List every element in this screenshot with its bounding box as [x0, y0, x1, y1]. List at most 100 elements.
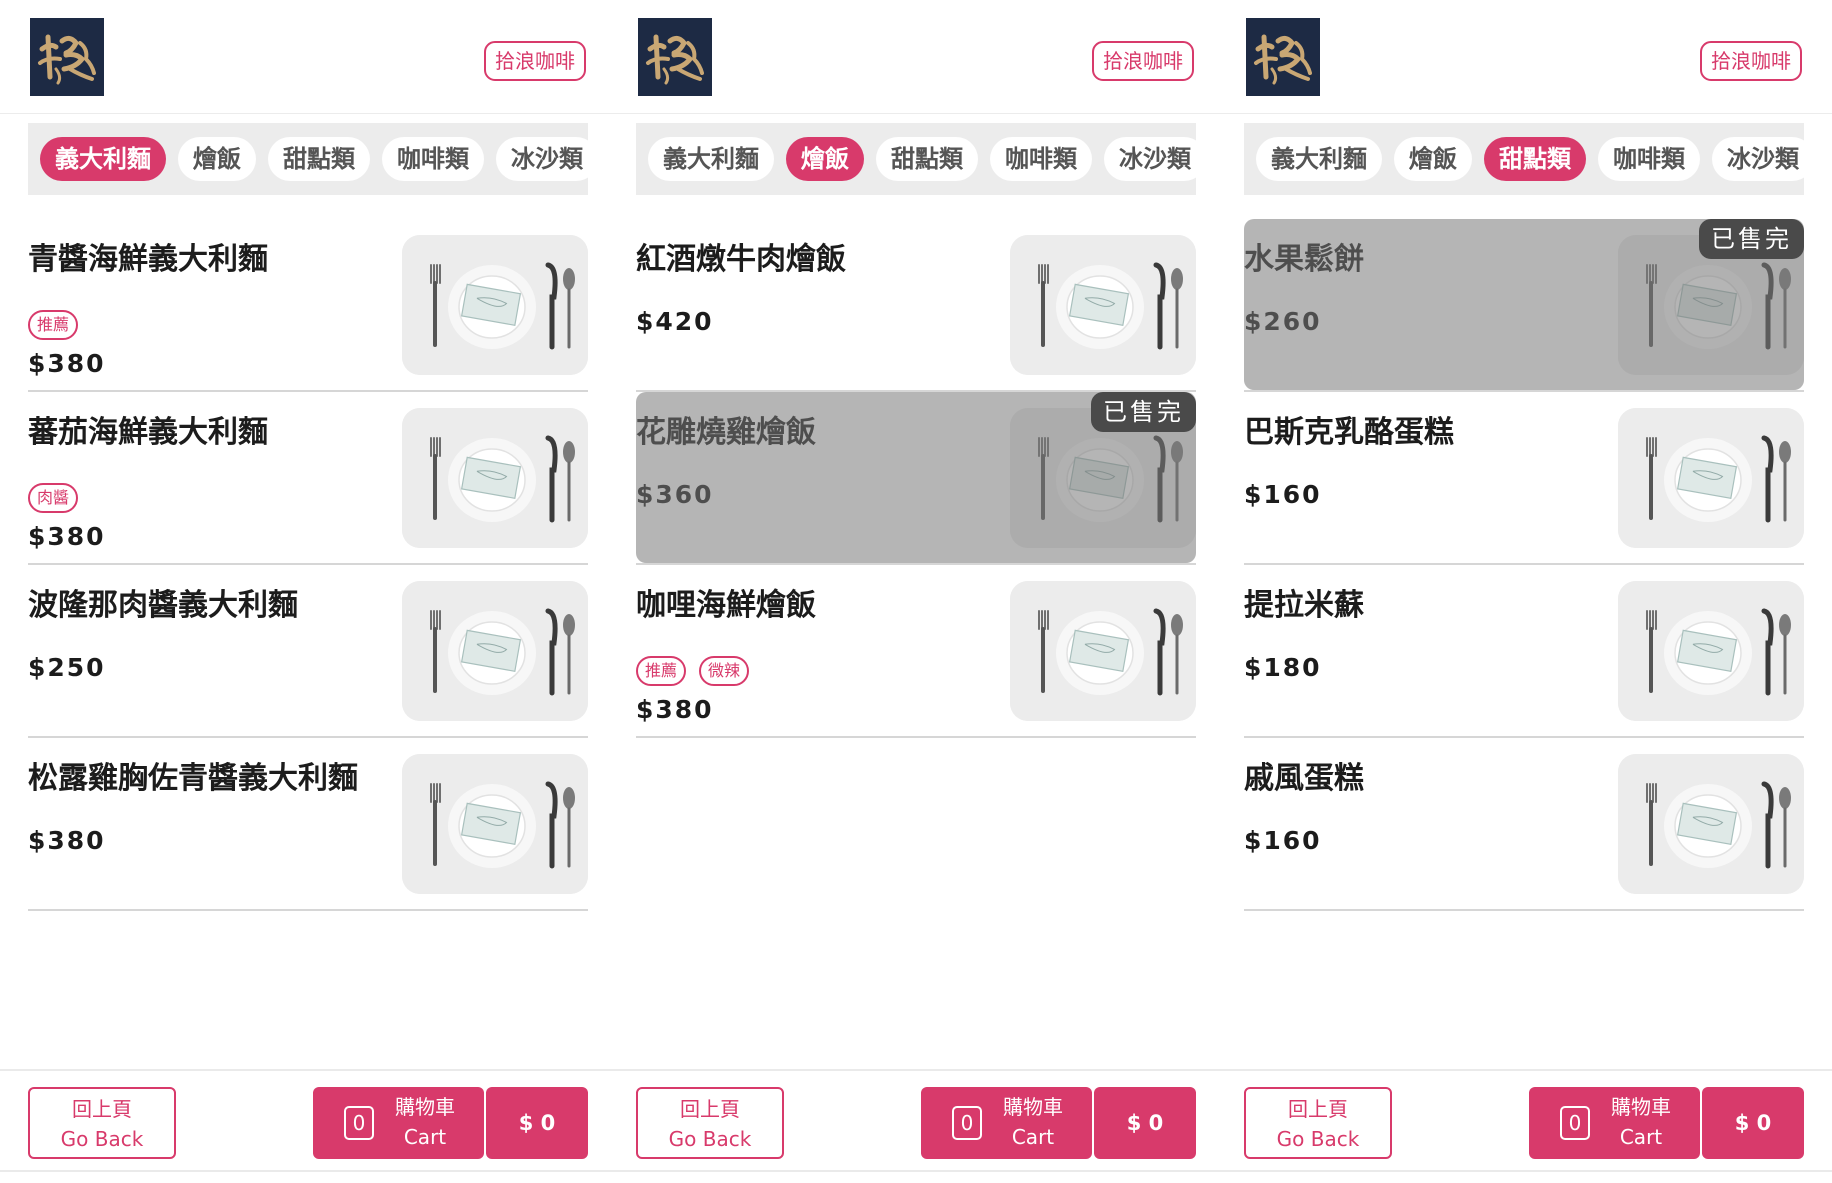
plate-placeholder-icon — [402, 754, 588, 894]
menu-screen-3: 拾浪咖啡 義大利麵 燴飯 甜點類 咖啡類 冰沙類 水果鬆餅 $260 已售完 巴斯克乳酪蛋糕 $… — [1216, 0, 1832, 1183]
plate-placeholder-icon — [402, 408, 588, 548]
cart-count-badge: 0 — [344, 1106, 374, 1140]
menu-item-price: $380 — [28, 826, 106, 855]
menu-item-price: $180 — [1244, 653, 1322, 682]
cart-total-button[interactable]: $ 0 — [1702, 1087, 1804, 1159]
menu-item-name: 波隆那肉醬義大利麵 — [28, 588, 298, 623]
shop-name-button[interactable]: 拾浪咖啡 — [484, 41, 586, 81]
menu-item-price: $360 — [636, 480, 714, 509]
menu-screen-2: 拾浪咖啡 義大利麵 燴飯 甜點類 咖啡類 冰沙類 紅酒燉牛肉燴飯 $420 花雕燒雞燴飯 $3… — [608, 0, 1224, 1183]
category-tab[interactable]: 燴飯 — [1394, 137, 1472, 181]
menu-item-tags: 肉醬 — [28, 483, 79, 513]
header: 拾浪咖啡 — [0, 0, 616, 114]
menu-item[interactable]: 青醬海鮮義大利麵 推薦 $380 — [28, 219, 588, 392]
go-back-label-en: Go Back — [60, 1127, 144, 1151]
footer-bar: 回上頁 Go Back 0 購物車 Cart $ 0 — [608, 1069, 1224, 1172]
menu-item-tag: 微辣 — [699, 656, 750, 686]
go-back-button[interactable]: 回上頁 Go Back — [1244, 1087, 1392, 1159]
menu-item[interactable]: 紅酒燉牛肉燴飯 $420 — [636, 219, 1196, 392]
category-tab[interactable]: 甜點類 — [1484, 137, 1586, 181]
shop-name-button[interactable]: 拾浪咖啡 — [1092, 41, 1194, 81]
category-tab[interactable]: 甜點類 — [268, 137, 370, 181]
menu-item-name: 水果鬆餅 — [1244, 242, 1364, 277]
menu-item-price: $250 — [28, 653, 106, 682]
category-tab[interactable]: 冰沙類 — [1104, 137, 1196, 181]
cart-button[interactable]: 0 購物車 Cart — [313, 1087, 484, 1159]
soldout-badge: 已售完 — [1699, 219, 1804, 259]
menu-screen-1: 拾浪咖啡 義大利麵 燴飯 甜點類 咖啡類 冰沙類 青醬海鮮義大利麵 推薦 $380 蕃茄海鮮義… — [0, 0, 616, 1183]
menu-item-price: $380 — [28, 522, 106, 551]
header: 拾浪咖啡 — [608, 0, 1224, 114]
soldout-badge: 已售完 — [1091, 392, 1196, 432]
menu-item-image — [1010, 581, 1196, 721]
category-tab[interactable]: 咖啡類 — [1598, 137, 1700, 181]
plate-placeholder-icon — [1618, 408, 1804, 548]
menu-item[interactable]: 戚風蛋糕 $160 — [1244, 738, 1804, 911]
menu-item-name: 提拉米蘇 — [1244, 588, 1364, 623]
cart-total-button[interactable]: $ 0 — [1094, 1087, 1196, 1159]
category-tabbar: 義大利麵 燴飯 甜點類 咖啡類 冰沙類 — [1244, 123, 1804, 195]
menu-item-price: $380 — [636, 695, 714, 724]
category-tab[interactable]: 咖啡類 — [990, 137, 1092, 181]
header: 拾浪咖啡 — [1216, 0, 1832, 114]
menu-item-price: $380 — [28, 349, 106, 378]
plate-placeholder-icon — [1010, 581, 1196, 721]
category-tabbar: 義大利麵 燴飯 甜點類 咖啡類 冰沙類 — [636, 123, 1196, 195]
menu-item[interactable]: 蕃茄海鮮義大利麵肉醬 $380 — [28, 392, 588, 565]
menu-item-tag: 推薦 — [28, 310, 79, 340]
cart-total-button[interactable]: $ 0 — [486, 1087, 588, 1159]
category-tab[interactable]: 義大利麵 — [40, 137, 166, 181]
cart-label-en: Cart — [1619, 1125, 1663, 1149]
go-back-label-zh: 回上頁 — [72, 1097, 132, 1121]
cart-label-zh: 購物車 — [1003, 1095, 1063, 1119]
menu-item[interactable]: 提拉米蘇 $180 — [1244, 565, 1804, 738]
category-tabs: 義大利麵 燴飯 甜點類 咖啡類 冰沙類 — [40, 137, 588, 181]
cart-label: 購物車 Cart — [1593, 1092, 1689, 1152]
brand-logo — [1246, 18, 1320, 96]
menu-item-tag: 肉醬 — [28, 483, 79, 513]
category-tab[interactable]: 冰沙類 — [496, 137, 588, 181]
category-tab[interactable]: 義大利麵 — [648, 137, 774, 181]
shop-name-button[interactable]: 拾浪咖啡 — [1700, 41, 1802, 81]
menu-item-price: $420 — [636, 307, 714, 336]
menu-item-name: 蕃茄海鮮義大利麵 — [28, 415, 268, 450]
plate-placeholder-icon — [1618, 581, 1804, 721]
plate-placeholder-icon — [402, 581, 588, 721]
category-tab[interactable]: 燴飯 — [178, 137, 256, 181]
menu-item-list: 水果鬆餅 $260 已售完 巴斯克乳酪蛋糕 $160 提拉米蘇 $180 戚風蛋糕 $160 — [1244, 219, 1804, 911]
menu-item[interactable]: 波隆那肉醬義大利麵 $250 — [28, 565, 588, 738]
calligraphy-logo-icon — [38, 34, 96, 85]
menu-item-image — [1618, 581, 1804, 721]
plate-placeholder-icon — [1010, 235, 1196, 375]
category-tab[interactable]: 咖啡類 — [382, 137, 484, 181]
calligraphy-logo-icon — [646, 34, 704, 85]
menu-item-name: 花雕燒雞燴飯 — [636, 415, 816, 450]
category-tab[interactable]: 燴飯 — [786, 137, 864, 181]
cart-count-badge: 0 — [1560, 1106, 1590, 1140]
cart-label-en: Cart — [403, 1125, 447, 1149]
footer-bar: 回上頁 Go Back 0 購物車 Cart $ 0 — [0, 1069, 616, 1172]
cart-button[interactable]: 0 購物車 Cart — [1529, 1087, 1700, 1159]
menu-item-name: 巴斯克乳酪蛋糕 — [1244, 415, 1454, 450]
menu-item[interactable]: 水果鬆餅 $260 已售完 — [1244, 219, 1804, 392]
menu-item[interactable]: 花雕燒雞燴飯 $360 已售完 — [636, 392, 1196, 565]
menu-item[interactable]: 松露雞胸佐青醬義大利麵 $380 — [28, 738, 588, 911]
menu-item[interactable]: 咖哩海鮮燴飯 推薦 微辣 $380 — [636, 565, 1196, 738]
cart-count-badge: 0 — [952, 1106, 982, 1140]
cart-button[interactable]: 0 購物車 Cart — [921, 1087, 1092, 1159]
go-back-button[interactable]: 回上頁 Go Back — [636, 1087, 784, 1159]
plate-placeholder-icon — [402, 235, 588, 375]
menu-item-image — [1010, 235, 1196, 375]
go-back-button[interactable]: 回上頁 Go Back — [28, 1087, 176, 1159]
plate-placeholder-icon — [1618, 754, 1804, 894]
brand-logo — [30, 18, 104, 96]
menu-item[interactable]: 巴斯克乳酪蛋糕 $160 — [1244, 392, 1804, 565]
menu-item-list: 紅酒燉牛肉燴飯 $420 花雕燒雞燴飯 $360 已售完 咖哩海鮮燴飯 推薦 微辣 $380 — [636, 219, 1196, 738]
menu-item-tags: 推薦 — [28, 310, 79, 340]
category-tab[interactable]: 甜點類 — [876, 137, 978, 181]
menu-item-name: 咖哩海鮮燴飯 — [636, 588, 816, 623]
menu-item-image — [402, 754, 588, 894]
category-tab[interactable]: 冰沙類 — [1712, 137, 1804, 181]
cart-label: 購物車 Cart — [985, 1092, 1081, 1152]
category-tab[interactable]: 義大利麵 — [1256, 137, 1382, 181]
